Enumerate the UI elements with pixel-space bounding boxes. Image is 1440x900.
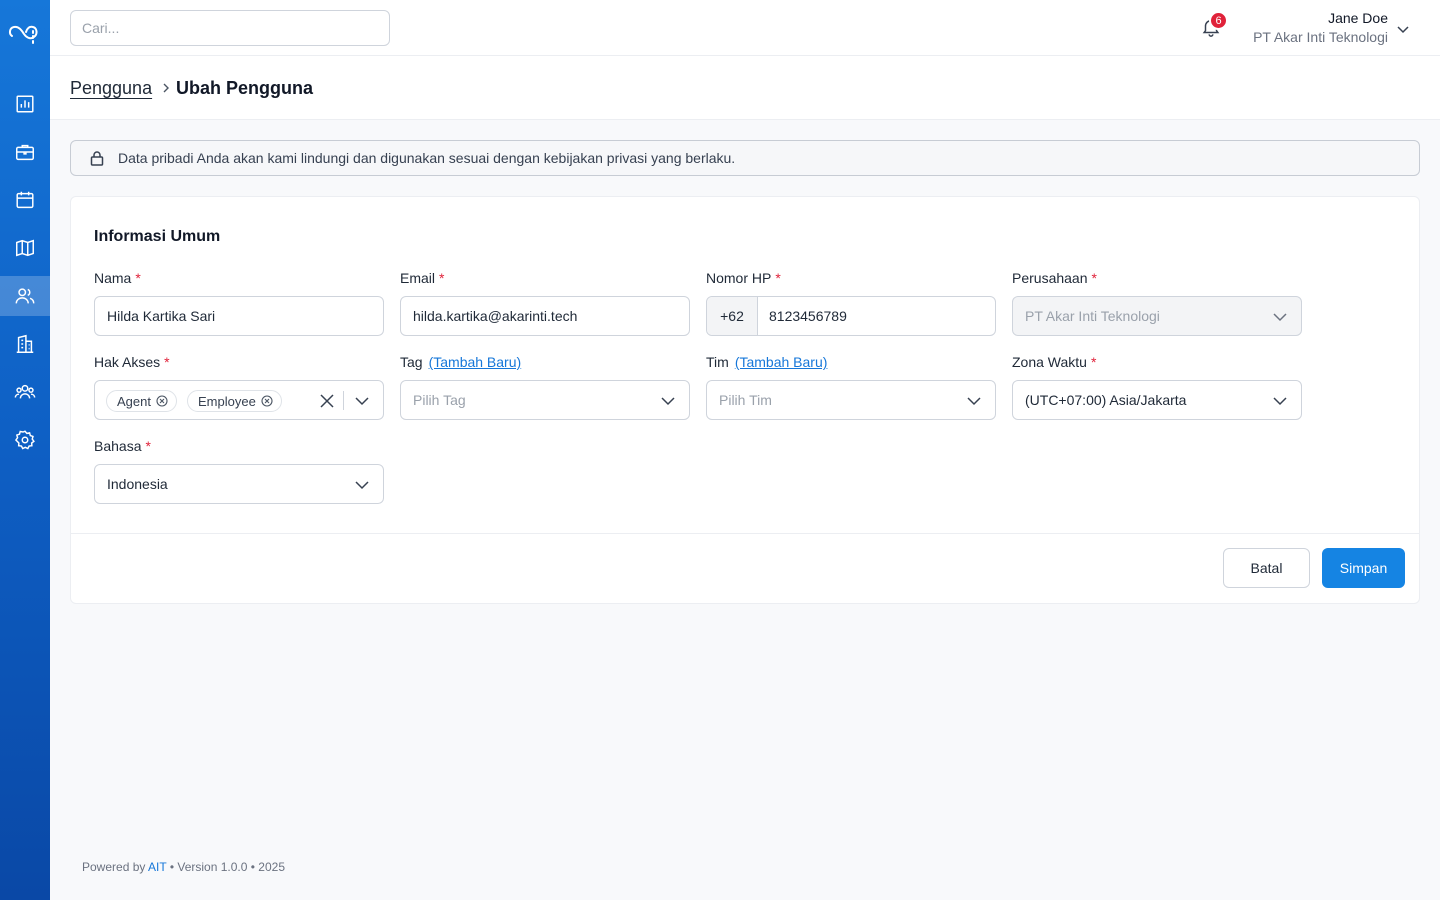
company-label: Perusahaan * — [1012, 270, 1097, 286]
search-input[interactable] — [70, 10, 390, 46]
email-label: Email * — [400, 270, 445, 286]
chevron-down-icon — [355, 481, 369, 490]
phone-country-code: +62 — [707, 297, 758, 335]
access-multiselect[interactable]: Agent Employee — [94, 380, 384, 420]
access-chip-employee: Employee — [187, 390, 282, 412]
timezone-label: Zona Waktu * — [1012, 354, 1097, 370]
email-field[interactable]: hilda.kartika@akarinti.tech — [400, 296, 690, 336]
clear-icon[interactable] — [319, 393, 335, 409]
chevron-down-icon — [1273, 313, 1287, 322]
add-tag-link[interactable]: (Tambah Baru) — [429, 354, 522, 370]
briefcase-icon — [16, 144, 34, 161]
divider — [71, 533, 1419, 534]
footer-version: • Version 1.0.0 • 2025 — [169, 860, 285, 874]
access-chip-agent: Agent — [106, 390, 177, 412]
user-name: Jane Doe — [1328, 10, 1388, 26]
notification-badge: 6 — [1209, 11, 1228, 30]
tag-label: Tag (Tambah Baru) — [400, 354, 522, 370]
lock-icon — [90, 151, 104, 166]
name-label: Nama * — [94, 270, 141, 286]
sidebar — [0, 0, 50, 900]
language-label: Bahasa * — [94, 438, 151, 454]
gear-icon — [14, 430, 35, 450]
company-select: PT Akar Inti Teknologi — [1012, 296, 1302, 336]
map-icon — [16, 239, 34, 257]
privacy-notice-text: Data pribadi Anda akan kami lindungi dan… — [118, 150, 736, 166]
top-bar: 6 Jane Doe PT Akar Inti Teknologi — [50, 0, 1440, 56]
footer-brand-link[interactable]: AIT — [148, 860, 166, 874]
privacy-notice: Data pribadi Anda akan kami lindungi dan… — [70, 140, 1420, 176]
sidebar-item-users[interactable] — [0, 276, 50, 316]
users-icon — [15, 288, 35, 304]
sidebar-item-map[interactable] — [0, 228, 50, 268]
team-label: Tim (Tambah Baru) — [706, 354, 828, 370]
breadcrumb-users-link[interactable]: Pengguna — [70, 78, 152, 99]
save-button[interactable]: Simpan — [1322, 548, 1405, 588]
section-title: Informasi Umum — [94, 228, 221, 245]
access-label: Hak Akses * — [94, 354, 170, 370]
add-team-link[interactable]: (Tambah Baru) — [735, 354, 828, 370]
footer-prefix: Powered by — [82, 860, 146, 874]
calendar-icon — [16, 191, 34, 209]
chevron-down-icon — [1273, 397, 1287, 406]
phone-field[interactable]: +62 8123456789 — [706, 296, 996, 336]
chevron-down-icon[interactable] — [353, 393, 371, 409]
sidebar-item-calendar[interactable] — [0, 180, 50, 220]
sidebar-item-dashboard[interactable] — [0, 84, 50, 124]
cancel-button[interactable]: Batal — [1223, 548, 1310, 588]
tag-select[interactable]: Pilih Tag — [400, 380, 690, 420]
sidebar-item-companies[interactable] — [0, 324, 50, 364]
breadcrumb: Pengguna Ubah Pengguna — [50, 56, 1440, 120]
name-field[interactable]: Hilda Kartika Sari — [94, 296, 384, 336]
chevron-down-icon[interactable] — [1395, 21, 1411, 37]
team-select[interactable]: Pilih Tim — [706, 380, 996, 420]
remove-chip-icon[interactable] — [261, 395, 273, 407]
chart-icon — [16, 95, 34, 113]
team-icon — [14, 384, 36, 399]
logo-icon[interactable] — [6, 14, 44, 52]
timezone-select[interactable]: (UTC+07:00) Asia/Jakarta — [1012, 380, 1302, 420]
divider — [343, 391, 344, 410]
chevron-right-icon — [163, 83, 169, 93]
user-company: PT Akar Inti Teknologi — [1253, 29, 1388, 45]
sidebar-item-projects[interactable] — [0, 132, 50, 172]
sidebar-item-settings[interactable] — [0, 420, 50, 460]
phone-label: Nomor HP * — [706, 270, 781, 286]
sidebar-item-teams[interactable] — [0, 372, 50, 412]
building-icon — [16, 334, 34, 353]
user-form-card: Informasi Umum Nama * Email * Nomor HP * Pe… — [70, 196, 1420, 604]
chevron-down-icon — [661, 397, 675, 406]
language-select[interactable]: Indonesia — [94, 464, 384, 504]
remove-chip-icon[interactable] — [156, 395, 168, 407]
page-title: Ubah Pengguna — [176, 78, 314, 98]
user-menu[interactable]: Jane Doe PT Akar Inti Teknologi — [1253, 9, 1388, 47]
phone-number-value: 8123456789 — [769, 308, 847, 324]
footer: Powered by AIT • Version 1.0.0 • 2025 — [82, 860, 285, 874]
chevron-down-icon — [967, 397, 981, 406]
